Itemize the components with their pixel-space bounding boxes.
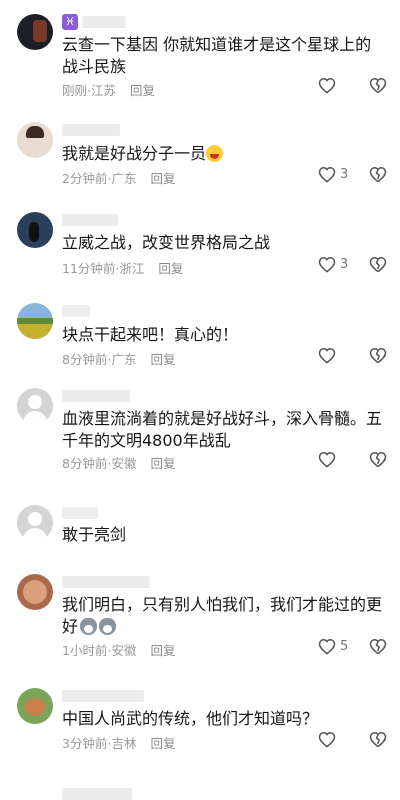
- pisces-icon: ♓: [62, 14, 78, 30]
- dislike-button[interactable]: [369, 256, 387, 277]
- broken-heart-icon: [369, 731, 387, 748]
- comment-meta: 8分钟前·广东 回复: [62, 352, 176, 367]
- comment-time: 3分钟前: [62, 736, 108, 751]
- comment-location: 安徽: [111, 643, 137, 658]
- heart-icon: [318, 638, 336, 655]
- dislike-button[interactable]: [369, 731, 387, 752]
- dislike-button[interactable]: [369, 347, 387, 368]
- like-button[interactable]: [318, 347, 336, 364]
- broken-heart-icon: [369, 347, 387, 364]
- laughing-emoji: [206, 145, 224, 162]
- username[interactable]: [62, 690, 144, 702]
- dislike-button[interactable]: [369, 77, 387, 98]
- comment-text: 我就是好战分子一员: [62, 143, 382, 165]
- avatar[interactable]: [17, 574, 53, 610]
- dislike-button[interactable]: [369, 638, 387, 659]
- heart-icon: [318, 77, 336, 94]
- avatar[interactable]: [17, 388, 53, 424]
- comment-location: 浙江: [119, 261, 145, 276]
- like-button[interactable]: 3: [318, 256, 348, 273]
- comment-meta: 11分钟前·浙江 回复: [62, 261, 184, 276]
- broken-heart-icon: [369, 77, 387, 94]
- comment-text: 立威之战，改变世界格局之战: [62, 233, 271, 252]
- broken-heart-icon: [369, 166, 387, 183]
- comment-text: 我们明白，只有别人怕我们，我们才能过的更好: [62, 594, 382, 638]
- reply-button[interactable]: 回复: [150, 456, 175, 471]
- comment-text: 中国人尚武的传统，他们才知道吗？: [62, 709, 319, 728]
- reply-button[interactable]: 回复: [158, 261, 183, 276]
- comment-location: 吉林: [111, 736, 137, 751]
- heart-icon: [318, 451, 336, 468]
- heart-icon: [318, 256, 336, 273]
- like-button[interactable]: [318, 77, 336, 94]
- username[interactable]: [62, 390, 130, 402]
- heart-icon: [318, 166, 336, 183]
- reply-button[interactable]: 回复: [150, 171, 175, 186]
- heart-icon: [318, 731, 336, 748]
- like-button[interactable]: [318, 731, 336, 748]
- husky-emoji: [99, 618, 117, 635]
- comment-location: 广东: [111, 171, 137, 186]
- like-button[interactable]: 5: [318, 638, 348, 655]
- comment-meta: 1小时前·安徽 回复: [62, 643, 176, 658]
- heart-icon: [318, 347, 336, 364]
- reply-button[interactable]: 回复: [150, 736, 175, 751]
- comment-text: 血液里流淌着的就是好战好斗，深入骨髓。五千年的文明4800年战乱: [62, 409, 383, 450]
- like-count: 3: [340, 257, 349, 272]
- reply-button[interactable]: 回复: [150, 643, 175, 658]
- dislike-button[interactable]: [369, 166, 387, 187]
- username[interactable]: [62, 124, 120, 136]
- comment-time: 1小时前: [62, 643, 108, 658]
- comment-location: 江苏: [91, 83, 117, 98]
- avatar[interactable]: [17, 505, 53, 541]
- like-button[interactable]: 3: [318, 166, 348, 183]
- comment-time: 刚刚: [62, 83, 88, 98]
- broken-heart-icon: [369, 638, 387, 655]
- like-button[interactable]: [318, 451, 336, 468]
- reply-button[interactable]: 回复: [130, 83, 155, 98]
- like-count: 3: [340, 167, 349, 182]
- comment-meta: 2分钟前·广东 回复: [62, 171, 176, 186]
- dislike-button[interactable]: [369, 451, 387, 472]
- broken-heart-icon: [369, 256, 387, 273]
- username[interactable]: [62, 507, 98, 519]
- avatar[interactable]: [17, 212, 53, 248]
- username[interactable]: [62, 576, 150, 588]
- username[interactable]: [82, 16, 126, 28]
- comment-time: 8分钟前: [62, 352, 108, 367]
- username[interactable]: [62, 788, 132, 800]
- comment-meta: 8分钟前·安徽 回复: [62, 456, 176, 471]
- reply-button[interactable]: 回复: [150, 352, 175, 367]
- avatar[interactable]: [17, 688, 53, 724]
- comment-meta: 3分钟前·吉林 回复: [62, 736, 176, 751]
- avatar[interactable]: [17, 303, 53, 339]
- username[interactable]: [62, 214, 118, 226]
- comment-meta: 刚刚·江苏 回复: [62, 83, 156, 98]
- comment-text: 敢于亮剑: [62, 525, 127, 544]
- username[interactable]: [62, 305, 90, 317]
- like-count: 5: [340, 639, 349, 654]
- comment-text-content: 我就是好战分子一员: [62, 144, 207, 163]
- avatar[interactable]: [17, 122, 53, 158]
- comment-time: 8分钟前: [62, 456, 108, 471]
- comment-location: 广东: [111, 352, 137, 367]
- comment-text: 块点干起来吧！真心的！: [62, 325, 239, 344]
- comment-time: 2分钟前: [62, 171, 108, 186]
- comment-time: 11分钟前: [62, 261, 116, 276]
- comment-text: 云查一下基因 你就知道谁才是这个星球上的战斗民族: [62, 35, 372, 76]
- broken-heart-icon: [369, 451, 387, 468]
- husky-emoji: [80, 618, 98, 635]
- avatar[interactable]: [17, 14, 53, 50]
- comment-location: 安徽: [111, 456, 137, 471]
